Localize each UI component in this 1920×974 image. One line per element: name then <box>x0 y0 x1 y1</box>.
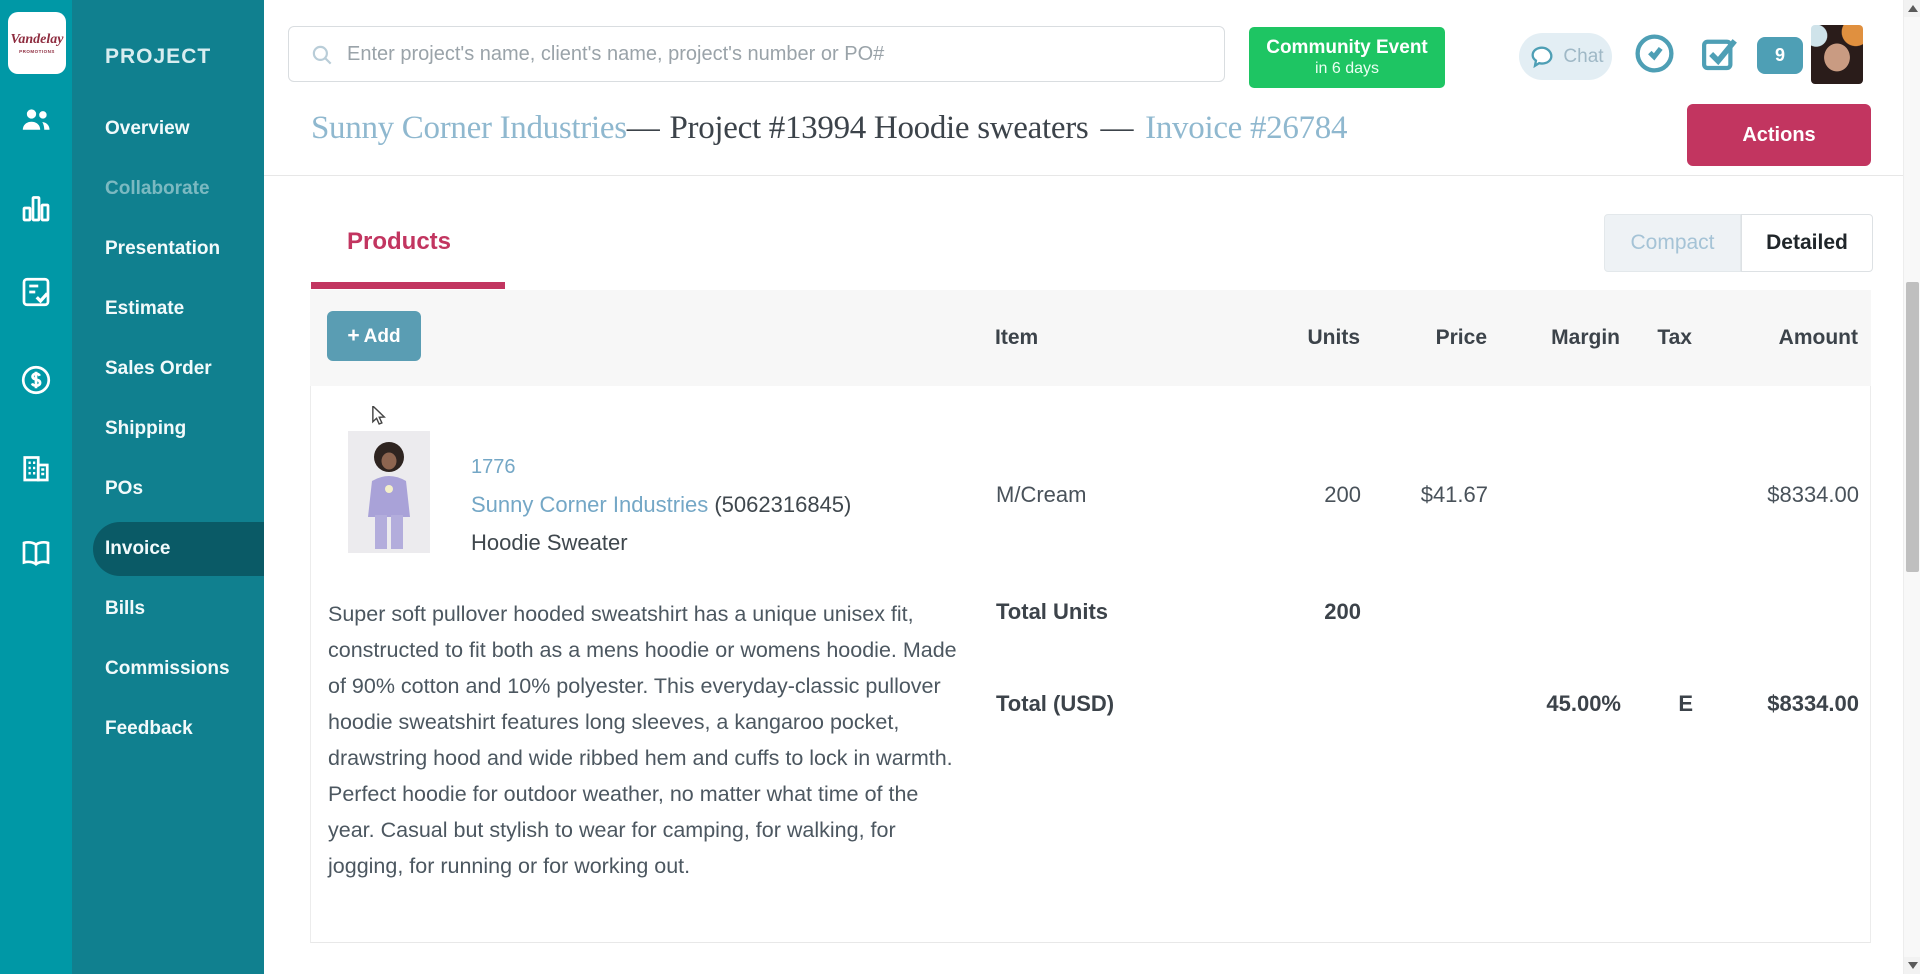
products-table: +Add Item Units Price Margin Tax Amount <box>310 290 1871 943</box>
total-margin-value: 45.00% <box>1488 691 1621 717</box>
search-bar <box>288 26 1225 82</box>
search-icon <box>309 42 335 68</box>
sidebar-item-feedback[interactable]: Feedback <box>72 699 264 759</box>
total-usd-row: Total (USD) 45.00% E $8334.00 <box>996 691 1859 717</box>
logo-wordmark: Vandelay <box>11 33 64 47</box>
product-item-cell: M/Cream <box>996 482 1236 508</box>
product-description: Super soft pullover hooded sweatshirt ha… <box>328 596 964 884</box>
user-avatar[interactable] <box>1811 25 1863 84</box>
company-logo[interactable]: Vandelay PROMOTIONS <box>8 12 66 74</box>
title-dash-2: — <box>1100 110 1133 146</box>
clock-icon[interactable] <box>1632 31 1677 76</box>
column-header-units: Units <box>1235 326 1360 350</box>
client-link[interactable]: Sunny Corner Industries <box>311 110 627 146</box>
scrollbar-down-arrow[interactable] <box>1904 957 1920 974</box>
sidebar-title: PROJECT <box>105 45 211 69</box>
sidebar-item-commissions[interactable]: Commissions <box>72 639 264 699</box>
community-event-button[interactable]: Community Event in 6 days <box>1249 27 1445 88</box>
total-amount-value: $8334.00 <box>1693 691 1859 717</box>
page-title: Sunny Corner Industries—Project #13994 H… <box>311 110 1347 147</box>
product-units-cell: 200 <box>1236 482 1361 508</box>
add-product-button[interactable]: +Add <box>327 311 421 361</box>
bar-chart-icon[interactable] <box>18 190 54 226</box>
tab-products[interactable]: Products <box>347 228 451 256</box>
product-thumbnail[interactable] <box>348 431 430 553</box>
header-divider <box>264 175 1903 176</box>
product-amount-cell: $8334.00 <box>1693 482 1859 508</box>
plus-icon: + <box>347 324 359 347</box>
chat-bubble-icon <box>1527 43 1557 71</box>
scrollbar-up-arrow[interactable] <box>1904 0 1920 17</box>
title-dash-1: — <box>627 110 660 146</box>
tab-products-underline <box>311 282 505 289</box>
product-name: Hoodie Sweater <box>471 530 851 556</box>
project-title: Project #13994 Hoodie sweaters <box>669 110 1088 146</box>
chat-label: Chat <box>1563 46 1603 68</box>
book-icon[interactable] <box>18 535 54 571</box>
sidebar-item-presentation[interactable]: Presentation <box>72 219 264 279</box>
vertical-scrollbar[interactable] <box>1903 0 1920 974</box>
building-icon[interactable] <box>18 450 54 486</box>
total-units-value: 200 <box>1236 599 1361 625</box>
view-toggle-compact[interactable]: Compact <box>1604 214 1741 272</box>
chat-button[interactable]: Chat <box>1519 33 1612 80</box>
sidebar-item-sales-order[interactable]: Sales Order <box>72 339 264 399</box>
column-header-price: Price <box>1360 326 1487 350</box>
product-margin-cell <box>1488 482 1621 508</box>
total-units-row: Total Units 200 <box>996 599 1859 625</box>
product-info: 1776 Sunny Corner Industries (5062316845… <box>471 456 851 556</box>
notification-badge[interactable]: 9 <box>1757 37 1803 74</box>
sidebar-item-estimate[interactable]: Estimate <box>72 279 264 339</box>
column-header-margin: Margin <box>1487 326 1620 350</box>
estimate-checklist-icon[interactable] <box>18 274 54 310</box>
sidebar-menu: PROJECT Overview Collaborate Presentatio… <box>72 0 264 974</box>
sidebar-item-shipping[interactable]: Shipping <box>72 399 264 459</box>
product-tax-cell <box>1621 482 1693 508</box>
product-client-link[interactable]: Sunny Corner Industries <box>471 492 708 517</box>
product-row-values: M/Cream 200 $41.67 $8334.00 <box>996 482 1859 508</box>
actions-button[interactable]: Actions <box>1687 104 1871 166</box>
sidebar-item-collaborate[interactable]: Collaborate <box>72 159 264 219</box>
total-usd-label: Total (USD) <box>996 691 1236 717</box>
scrollbar-thumb[interactable] <box>1906 282 1919 572</box>
icon-rail: Vandelay PROMOTIONS <box>0 0 72 974</box>
sidebar-item-overview[interactable]: Overview <box>72 99 264 159</box>
table-header-row: +Add Item Units Price Margin Tax Amount <box>310 290 1871 386</box>
total-tax-value: E <box>1621 691 1693 717</box>
column-header-item: Item <box>995 326 1235 350</box>
dollar-circle-icon[interactable] <box>18 362 54 398</box>
tasks-checkbox-icon[interactable] <box>1698 33 1740 75</box>
invoice-link[interactable]: Invoice #26784 <box>1145 110 1347 146</box>
view-toggle-detailed[interactable]: Detailed <box>1741 214 1873 272</box>
event-countdown: in 6 days <box>1315 59 1379 78</box>
sidebar-item-bills[interactable]: Bills <box>72 579 264 639</box>
total-units-label: Total Units <box>996 599 1236 625</box>
column-header-amount: Amount <box>1692 326 1858 350</box>
users-icon[interactable] <box>18 102 54 138</box>
event-title: Community Event <box>1266 37 1428 60</box>
app-window: Vandelay PROMOTIONS PROJECT Overview Col… <box>0 0 1920 974</box>
product-sku-link[interactable]: 1776 <box>471 456 851 479</box>
column-header-tax: Tax <box>1620 326 1692 350</box>
search-input[interactable] <box>347 28 1207 80</box>
sidebar-item-invoice[interactable]: Invoice <box>72 519 264 579</box>
sidebar-item-pos[interactable]: POs <box>72 459 264 519</box>
product-price-cell: $41.67 <box>1361 482 1488 508</box>
logo-tagline: PROMOTIONS <box>19 49 55 54</box>
product-client-number: (5062316845) <box>714 492 851 517</box>
